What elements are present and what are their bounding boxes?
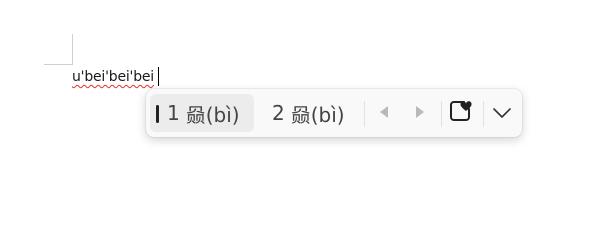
favorite-button[interactable]	[445, 98, 475, 128]
expand-candidates-button[interactable]	[487, 98, 517, 128]
page-corner-marker-vertical	[72, 34, 73, 64]
ime-candidate-bar: 1 赑(bì) 2 赑(bì)	[146, 89, 522, 137]
candidate-text: 赑(bì)	[185, 102, 240, 127]
divider	[364, 101, 365, 127]
triangle-left-icon	[378, 104, 390, 123]
next-page-button[interactable]	[409, 102, 431, 124]
chevron-down-icon	[492, 104, 512, 123]
candidate-1[interactable]: 1 赑(bì)	[150, 94, 254, 132]
selection-indicator	[156, 105, 159, 123]
text-caret	[158, 67, 159, 86]
prev-page-button[interactable]	[373, 102, 395, 124]
heart-box-icon	[448, 99, 472, 127]
candidate-text: 赑(bì)	[290, 102, 345, 127]
page-corner-marker-horizontal	[44, 64, 73, 65]
candidate-number: 1	[167, 101, 180, 125]
candidate-number: 2	[272, 101, 285, 125]
triangle-right-icon	[414, 104, 426, 123]
candidate-2[interactable]: 2 赑(bì)	[266, 94, 354, 132]
composition-text: u'bei'bei'bei	[72, 69, 154, 85]
document-canvas[interactable]: u'bei'bei'bei 1 赑(bì) 2 赑(bì)	[0, 0, 597, 219]
divider	[441, 101, 442, 127]
divider	[483, 101, 484, 127]
